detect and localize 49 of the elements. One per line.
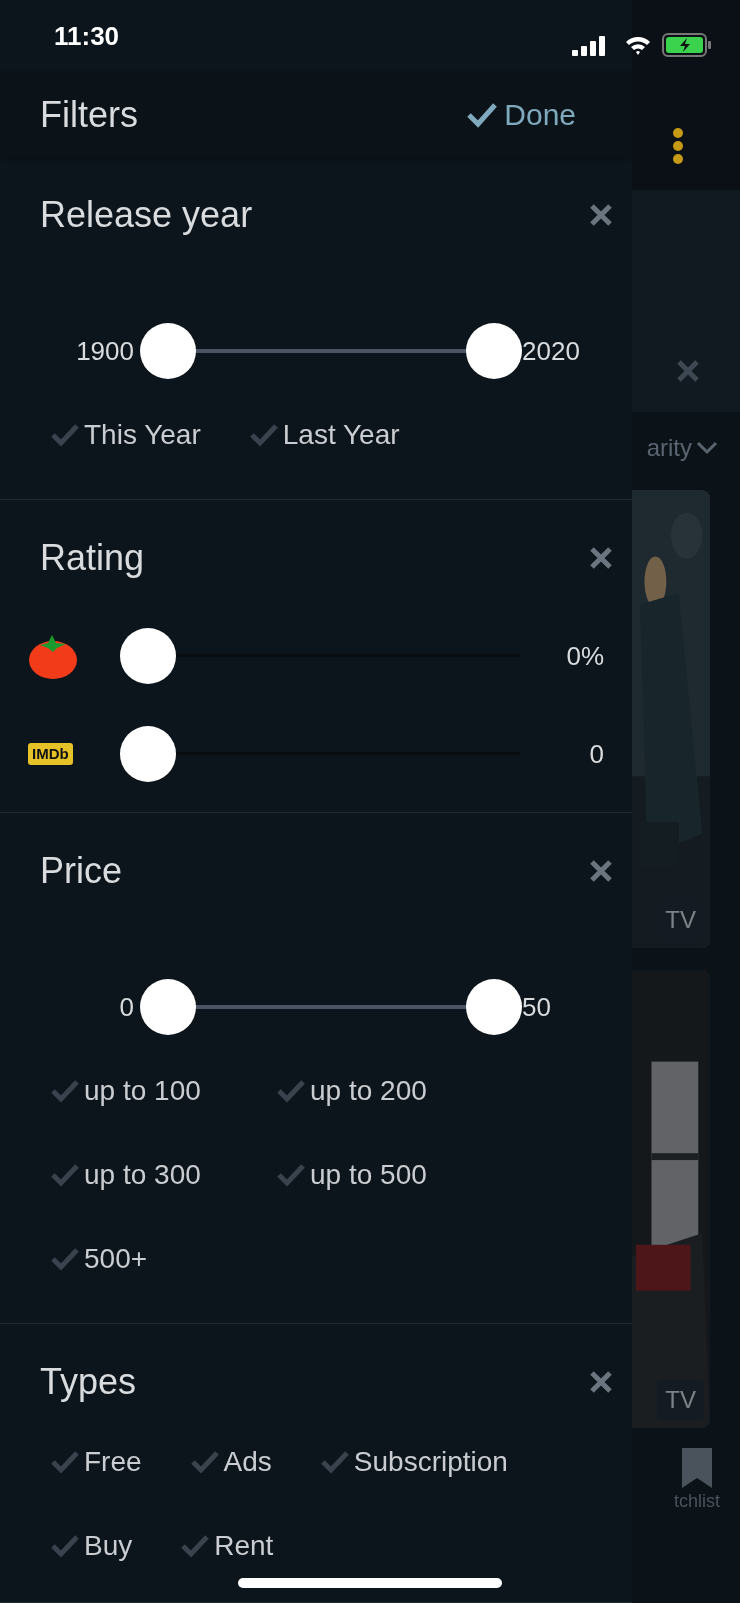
close-icon[interactable] <box>588 545 614 571</box>
more-icon[interactable] <box>672 127 684 165</box>
section-title: Types <box>40 1360 137 1404</box>
filter-chip[interactable]: up to 500 <box>276 1159 446 1191</box>
close-icon[interactable] <box>588 1369 614 1395</box>
filter-chip[interactable]: up to 300 <box>50 1159 220 1191</box>
filter-chip[interactable]: up to 100 <box>50 1075 220 1107</box>
range-slider[interactable] <box>140 323 522 379</box>
chevron-down-icon[interactable] <box>696 441 718 455</box>
rating-value: 0% <box>565 639 605 673</box>
slider-max-value: 2020 <box>522 334 581 368</box>
poster-card[interactable]: TV <box>632 970 710 1428</box>
filter-chip[interactable]: Rent <box>180 1530 274 1562</box>
filter-chip[interactable]: Last Year <box>248 419 400 451</box>
close-icon[interactable] <box>588 202 614 228</box>
header-title: Filters <box>40 92 138 137</box>
poster-card[interactable]: TV <box>632 490 710 948</box>
status-time: 11:30 <box>54 19 120 53</box>
slider-thumb[interactable] <box>120 628 176 684</box>
filter-chip[interactable]: Free <box>50 1446 142 1478</box>
slider-thumb[interactable] <box>140 979 196 1035</box>
battery-icon <box>662 33 712 57</box>
filter-chip[interactable]: 500+ <box>50 1243 220 1275</box>
done-button[interactable]: Done <box>466 92 576 138</box>
slider-thumb[interactable] <box>140 323 196 379</box>
filter-chip[interactable]: Buy <box>50 1530 133 1562</box>
close-icon[interactable] <box>588 858 614 884</box>
wifi-icon <box>624 34 652 56</box>
bookmark-icon[interactable] <box>682 1448 712 1488</box>
check-icon <box>466 101 499 128</box>
slider-min-value: 0 <box>118 990 135 1024</box>
type-badge: TV <box>657 1380 704 1420</box>
filter-chip[interactable]: Ads <box>189 1446 272 1478</box>
signal-icon <box>572 36 606 56</box>
filter-chip[interactable]: Subscription <box>319 1446 508 1478</box>
filter-chip[interactable]: This Year <box>50 419 201 451</box>
section-title: Price <box>40 849 123 893</box>
slider-thumb[interactable] <box>466 979 522 1035</box>
tomato-icon <box>28 633 78 679</box>
slider-min-value: 1900 <box>75 334 135 368</box>
section-title: Release year <box>40 193 253 237</box>
imdb-logo: IMDb <box>28 743 73 765</box>
slider-max-value: 50 <box>522 990 552 1024</box>
filter-chip[interactable]: up to 200 <box>276 1075 446 1107</box>
range-slider[interactable] <box>140 979 522 1035</box>
slider-thumb[interactable] <box>120 726 176 782</box>
slider-thumb[interactable] <box>466 323 522 379</box>
section-title: Rating <box>40 536 145 580</box>
rating-value: 0 <box>588 737 605 771</box>
